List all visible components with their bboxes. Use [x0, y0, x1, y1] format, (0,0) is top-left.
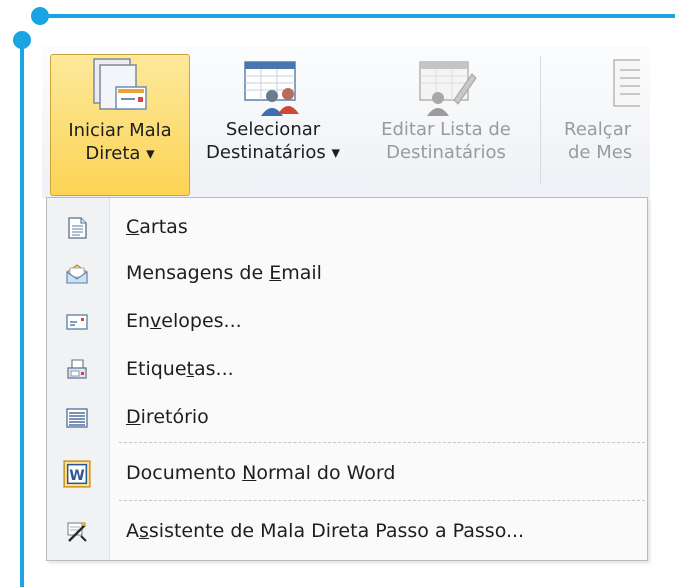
directory-icon [66, 408, 88, 428]
start-mail-merge-line2: Direta ▼ [85, 143, 155, 164]
frame-left-line [20, 38, 24, 587]
start-mail-merge-icon [93, 58, 147, 110]
edit-recipient-list-line2: Destinatários [386, 142, 506, 163]
menu-separator [119, 442, 645, 443]
menu-item-mail-merge-wizard[interactable]: Assistente de Mala Direta Passo a Passo.… [47, 512, 647, 552]
menu-item-label: Mensagens de Email [126, 262, 322, 284]
letters-icon [68, 217, 87, 239]
start-mail-merge-line1: Iniciar Mala [68, 120, 172, 141]
menu-item-labels[interactable]: Etiquetas... [47, 350, 647, 390]
edit-recipient-list-button[interactable]: Editar Lista de Destinatários [358, 54, 534, 194]
menu-item-email-messages[interactable]: Mensagens de Email [47, 254, 647, 294]
frame-top-line [38, 14, 675, 18]
menu-separator [119, 500, 645, 501]
frame-top-dot [31, 7, 49, 25]
ribbon-group-separator [540, 56, 541, 184]
highlight-merge-fields-line2: de Mes [568, 142, 633, 163]
frame-left-dot [13, 31, 31, 49]
menu-item-normal-word-document[interactable]: W Documento Normal do Word [47, 454, 647, 494]
labels-icon [67, 359, 87, 379]
dropdown-caret-icon: ▼ [331, 146, 340, 160]
menu-item-envelopes[interactable]: Envelopes... [47, 302, 647, 342]
menu-item-label: Etiquetas... [126, 358, 234, 380]
highlight-merge-fields-icon [613, 59, 640, 107]
highlight-merge-fields-button[interactable]: Realçar de Mes [552, 54, 650, 194]
menu-item-label: Cartas [126, 216, 188, 238]
envelopes-icon [66, 314, 88, 330]
menu-item-directory[interactable]: Diretório [47, 398, 647, 438]
word-document-icon: W [63, 460, 91, 488]
mail-merge-wizard-icon [67, 522, 87, 542]
select-recipients-line1: Selecionar [225, 119, 321, 140]
start-mail-merge-menu: Cartas Mensagens de Email Envelopes... E… [46, 197, 648, 561]
highlight-merge-fields-line1: Realçar [564, 119, 632, 140]
menu-item-letters[interactable]: Cartas [47, 208, 647, 248]
select-recipients-button[interactable]: Selecionar Destinatários ▼ [192, 54, 354, 194]
menu-item-label: Envelopes... [126, 310, 242, 332]
menu-item-label: Assistente de Mala Direta Passo a Passo.… [126, 520, 525, 542]
select-recipients-icon [244, 61, 299, 116]
email-messages-icon [66, 264, 88, 284]
dropdown-caret-icon: ▼ [146, 147, 155, 161]
svg-text:W: W [69, 468, 84, 484]
edit-recipient-list-icon [419, 61, 477, 116]
mailings-ribbon: Iniciar Mala Direta ▼ Selecionar Destina… [42, 46, 650, 198]
menu-item-label: Documento Normal do Word [126, 462, 396, 484]
edit-recipient-list-line1: Editar Lista de [381, 119, 511, 140]
select-recipients-line2: Destinatários ▼ [206, 142, 340, 163]
start-mail-merge-button[interactable]: Iniciar Mala Direta ▼ [50, 54, 190, 196]
menu-item-label: Diretório [126, 406, 209, 428]
